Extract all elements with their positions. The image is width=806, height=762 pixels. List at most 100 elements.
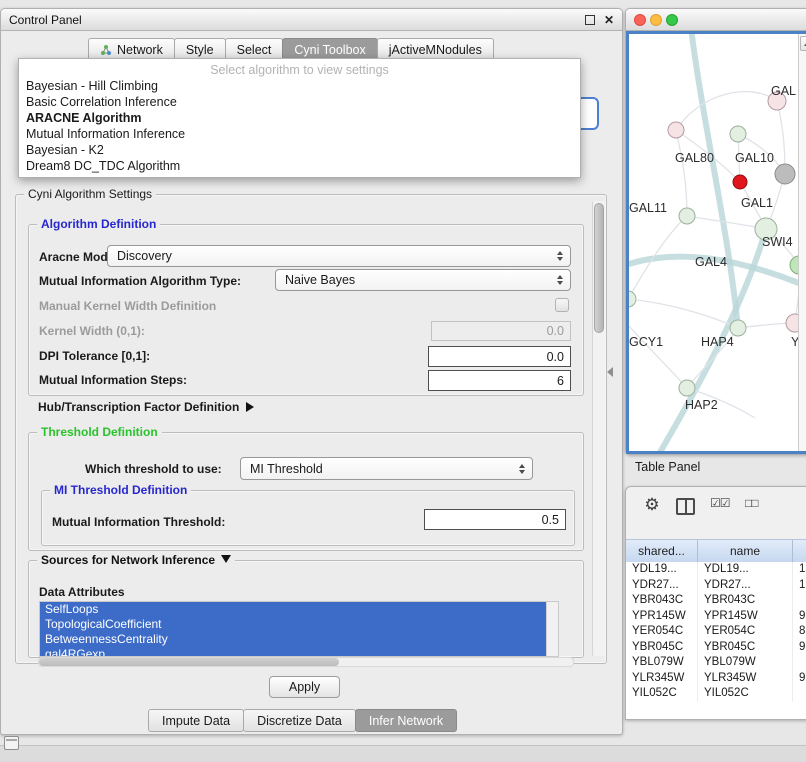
list-scrollbar[interactable]	[546, 602, 558, 656]
column-header-name[interactable]: name	[698, 540, 793, 562]
table-row[interactable]: YLR345WYLR345W9..	[626, 671, 806, 687]
minimize-traffic-icon[interactable]	[650, 14, 662, 26]
mi-steps-field[interactable]: 6	[428, 370, 571, 391]
network-canvas[interactable]: GAL GAL80 GAL10 GAL11 GAL1 SWI4 GAL4 GCY…	[626, 31, 806, 454]
table-row[interactable]: YBR043CYBR043C	[626, 593, 806, 609]
close-icon[interactable]: ✕	[604, 14, 614, 26]
list-item[interactable]: TopologicalCoefficient	[40, 617, 547, 632]
scroll-up-arrow-icon[interactable]	[800, 36, 806, 51]
selected-value: Discovery	[117, 249, 172, 263]
table-row[interactable]: YDL19...YDL19...13	[626, 562, 806, 578]
dropdown-item[interactable]: Basic Correlation Inference	[19, 94, 580, 110]
tab-discretize-data[interactable]: Discretize Data	[243, 709, 356, 732]
panel-collapse-chevron[interactable]	[607, 367, 613, 377]
settings-scrollbar-thumb[interactable]	[594, 203, 604, 333]
tab-label: Impute Data	[162, 714, 230, 728]
network-scrollbar[interactable]	[798, 34, 806, 451]
node[interactable]	[629, 291, 636, 307]
field-value: 6	[557, 374, 564, 388]
sources-disclosure[interactable]: Sources for Network Inference	[37, 553, 235, 567]
float-window-icon[interactable]	[585, 15, 595, 25]
desktop: Control Panel ✕ Network Style Se	[0, 0, 806, 762]
select-all-checkboxes-icon[interactable]: ☑☑	[710, 496, 730, 510]
node-label: HAP4	[701, 335, 734, 349]
node-label: GCY1	[629, 335, 663, 349]
deselect-all-checkboxes-icon[interactable]: □□	[745, 496, 758, 510]
horizontal-scrollbar[interactable]	[38, 657, 574, 667]
mi-steps-label: Mutual Information Steps:	[39, 373, 187, 387]
algorithm-dropdown-list: Select algorithm to view settings Bayesi…	[18, 58, 581, 178]
tab-label: Cyni Toolbox	[294, 43, 365, 57]
hub-tf-label: Hub/Transcription Factor Definition	[38, 400, 239, 414]
hub-tf-disclosure[interactable]: Hub/Transcription Factor Definition	[38, 400, 254, 414]
field-value: 0.0	[547, 350, 564, 364]
bottom-left-window-icon	[4, 736, 19, 750]
tab-impute-data[interactable]: Impute Data	[148, 709, 244, 732]
cyni-algorithm-settings-group: Cyni Algorithm Settings Algorithm Defini…	[15, 194, 607, 664]
node[interactable]	[730, 126, 746, 142]
table-panel-window: ⚙ ☑☑ □□ shared... name YDL19...YDL19...1…	[625, 486, 806, 720]
group-title: Algorithm Definition	[37, 217, 160, 231]
combo-arrows-icon	[519, 464, 525, 474]
table-row[interactable]: YIL052CYIL052C	[626, 686, 806, 702]
tab-label: Infer Network	[369, 714, 443, 728]
dpi-tolerance-field[interactable]: 0.0	[428, 346, 571, 367]
close-traffic-icon[interactable]	[634, 14, 646, 26]
table-row[interactable]: YER054CYER054C8..	[626, 624, 806, 640]
node-label: GAL80	[675, 151, 714, 165]
column-header-shared-name[interactable]: shared...	[626, 540, 698, 562]
node-label: GAL4	[695, 255, 727, 269]
window-title: Control Panel	[9, 13, 82, 27]
manual-kernel-checkbox[interactable]	[555, 298, 569, 312]
kernel-width-field: 0.0	[431, 321, 571, 341]
columns-icon[interactable]	[676, 498, 695, 515]
field-value: 0.0	[547, 324, 564, 338]
table-row[interactable]: YPR145WYPR145W9.	[626, 609, 806, 625]
node-selected-red[interactable]	[733, 175, 747, 189]
table-row[interactable]: YDR27...YDR27...12	[626, 578, 806, 594]
mi-threshold-field[interactable]: 0.5	[424, 509, 566, 530]
table-row[interactable]: YBL079WYBL079W	[626, 655, 806, 671]
dropdown-item[interactable]: Bayesian - Hill Climbing	[19, 78, 580, 94]
list-item[interactable]: BetweennessCentrality	[40, 632, 547, 647]
horizontal-scrollbar-thumb[interactable]	[39, 658, 339, 666]
node-label: GAL1	[741, 196, 773, 210]
mi-threshold-definition-group: MI Threshold Definition Mutual Informati…	[41, 490, 575, 546]
manual-kernel-label: Manual Kernel Width Definition	[39, 299, 216, 313]
field-value: 0.5	[542, 513, 559, 527]
network-view-window: GAL GAL80 GAL10 GAL11 GAL1 SWI4 GAL4 GCY…	[625, 8, 806, 455]
dropdown-item[interactable]: Mutual Information Inference	[19, 126, 580, 142]
tab-label: Select	[237, 43, 272, 57]
gear-icon[interactable]: ⚙	[642, 495, 662, 515]
settings-scrollbar[interactable]	[592, 201, 605, 656]
zoom-traffic-icon[interactable]	[666, 14, 678, 26]
list-item[interactable]: gal4RGexp	[40, 647, 547, 657]
mi-type-label: Mutual Information Algorithm Type:	[39, 274, 241, 288]
dpi-tolerance-label: DPI Tolerance [0,1]:	[39, 349, 150, 363]
node-hap4[interactable]	[730, 320, 746, 336]
table-row[interactable]: YBR045CYBR045C9..	[626, 640, 806, 656]
mi-type-select[interactable]: Naive Bayes	[275, 269, 571, 291]
node[interactable]	[679, 208, 695, 224]
which-threshold-select[interactable]: MI Threshold	[240, 457, 533, 480]
tab-label: jActiveMNodules	[389, 43, 482, 57]
column-header-extra[interactable]	[793, 540, 806, 562]
node-label: GAL	[771, 84, 796, 98]
data-attributes-list[interactable]: SelfLoops TopologicalCoefficient Between…	[39, 601, 559, 657]
dropdown-item[interactable]: Dream8 DC_TDC Algorithm	[19, 158, 580, 174]
node-gal10[interactable]	[775, 164, 795, 184]
node-hap2[interactable]	[679, 380, 695, 396]
node[interactable]	[668, 122, 684, 138]
combo-arrows-icon	[557, 251, 563, 261]
node-label: HAP2	[685, 398, 718, 412]
table-panel-title: Table Panel	[635, 460, 700, 474]
node-label: GAL11	[629, 201, 667, 215]
table-body: YDL19...YDL19...13 YDR27...YDR27...12 YB…	[626, 562, 806, 719]
dropdown-item[interactable]: Bayesian - K2	[19, 142, 580, 158]
apply-button[interactable]: Apply	[269, 676, 340, 698]
tab-infer-network[interactable]: Infer Network	[355, 709, 457, 732]
list-item[interactable]: SelfLoops	[40, 602, 547, 617]
status-strip	[0, 745, 806, 762]
dropdown-item-selected[interactable]: ARACNE Algorithm	[19, 110, 580, 126]
aracne-mode-select[interactable]: Discovery	[107, 245, 571, 267]
